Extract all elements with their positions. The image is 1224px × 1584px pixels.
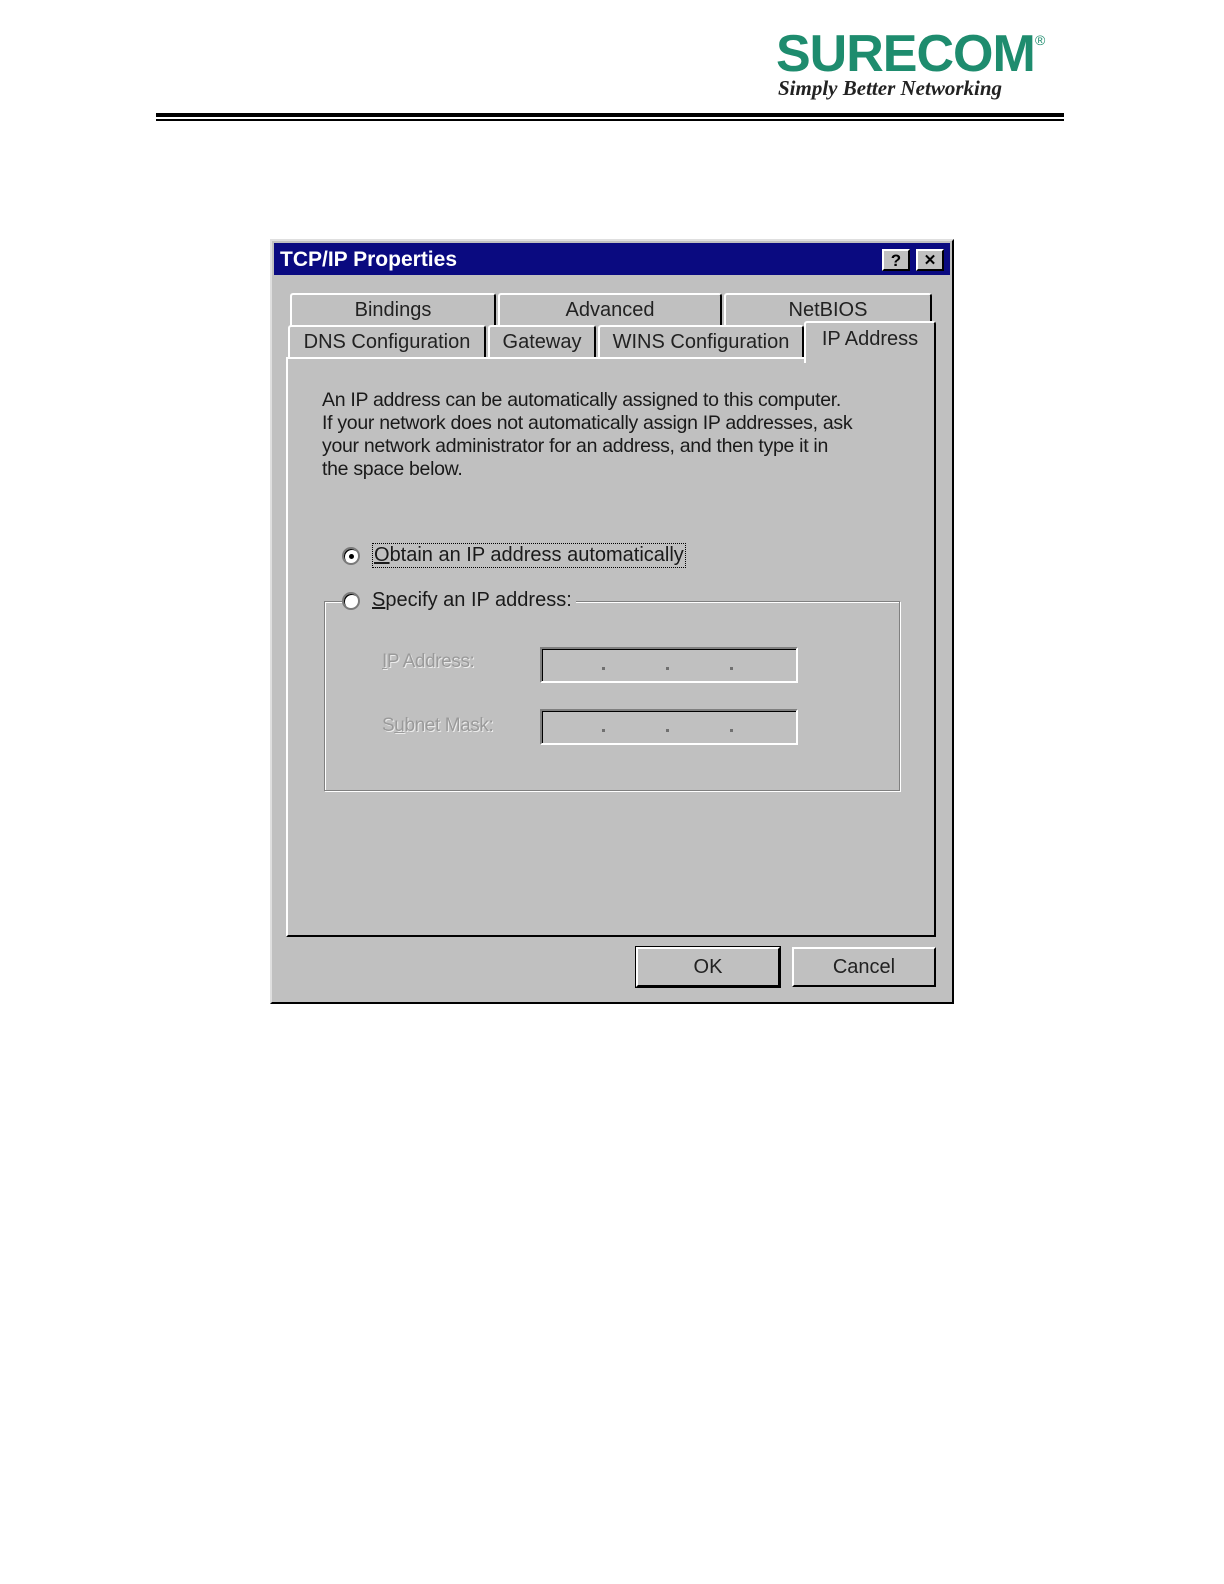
- ip-address-panel: An IP address can be automatically assig…: [286, 357, 936, 937]
- tab-label: WINS Configuration: [612, 331, 790, 353]
- tab-label: IP Address: [821, 328, 919, 350]
- intro-line: your network administrator for an addres…: [322, 435, 829, 457]
- specify-ip-label: Specify an IP address:: [372, 589, 572, 611]
- intro-text: An IP address can be automatically assig…: [322, 389, 912, 481]
- ip-separator-dot: [730, 667, 733, 670]
- intro-line: If your network does not automatically a…: [322, 412, 853, 434]
- registered-mark: ®: [1035, 32, 1046, 48]
- tab-ip-address[interactable]: IP Address: [804, 321, 936, 363]
- subnet-mask-label: Subnet Mask:: [382, 715, 494, 736]
- help-icon: ?: [890, 250, 902, 270]
- tab-label: Gateway: [502, 331, 582, 353]
- ip-address-field[interactable]: [540, 647, 798, 683]
- ip-separator-dot: [730, 729, 733, 732]
- obtain-ip-label: Obtain an IP address automatically: [372, 543, 686, 568]
- header-rule-thin: [156, 119, 1064, 121]
- specify-ip-radio[interactable]: [342, 591, 360, 610]
- subnet-mask-field[interactable]: [540, 709, 798, 745]
- ok-button[interactable]: OK: [636, 947, 780, 987]
- close-button[interactable]: ✕: [916, 249, 944, 271]
- surecom-logo: SURECOM ® Simply Better Networking: [776, 28, 1066, 106]
- logo-wordmark: SURECOM: [776, 25, 1036, 83]
- tab-dns-configuration[interactable]: DNS Configuration: [288, 325, 486, 359]
- tab-label: DNS Configuration: [303, 331, 471, 353]
- intro-line: the space below.: [322, 458, 463, 480]
- tcpip-properties-dialog: TCP/IP Properties ? ✕ Bindings Advanced …: [270, 239, 954, 1004]
- intro-line: An IP address can be automatically assig…: [322, 389, 841, 411]
- tab-label: Advanced: [565, 299, 655, 321]
- tab-wins-configuration[interactable]: WINS Configuration: [598, 325, 804, 359]
- logo-tagline: Simply Better Networking: [778, 76, 1003, 100]
- specify-ip-groupbox: [324, 601, 900, 791]
- ip-separator-dot: [666, 667, 669, 670]
- tab-label: Bindings: [354, 299, 432, 321]
- obtain-ip-automatically-option[interactable]: Obtain an IP address automatically: [342, 543, 686, 568]
- obtain-ip-radio[interactable]: [342, 546, 360, 565]
- ip-separator-dot: [666, 729, 669, 732]
- tab-label: NetBIOS: [788, 299, 868, 321]
- specify-ip-address-option[interactable]: Specify an IP address:: [342, 589, 576, 612]
- tab-bindings[interactable]: Bindings: [290, 293, 496, 327]
- ip-separator-dot: [602, 667, 605, 670]
- ip-separator-dot: [602, 729, 605, 732]
- tab-gateway[interactable]: Gateway: [488, 325, 596, 359]
- help-button[interactable]: ?: [882, 249, 910, 271]
- dialog-title: TCP/IP Properties: [280, 248, 458, 271]
- close-icon: ✕: [923, 251, 937, 269]
- ip-address-label: IP Address:: [382, 651, 475, 672]
- tab-advanced[interactable]: Advanced: [498, 293, 722, 327]
- cancel-button[interactable]: Cancel: [792, 947, 936, 987]
- header-rule: [156, 113, 1064, 117]
- title-bar[interactable]: TCP/IP Properties ? ✕: [274, 243, 950, 275]
